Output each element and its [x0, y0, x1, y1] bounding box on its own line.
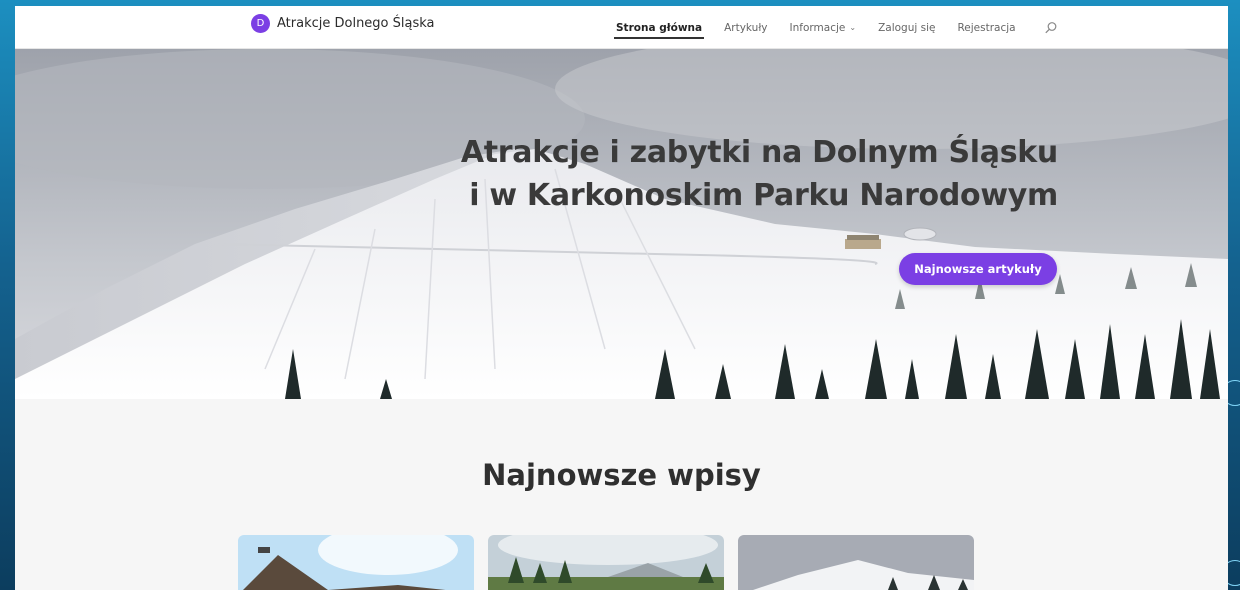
post-card[interactable] — [238, 535, 474, 590]
chevron-down-icon: ⌄ — [849, 23, 857, 32]
post-card-image — [738, 535, 974, 590]
hero-banner: Atrakcje i zabytki na Dolnym Śląsku i w … — [15, 49, 1228, 399]
nav-item-login[interactable]: Zaloguj się — [878, 6, 935, 49]
post-card-image — [488, 535, 724, 590]
brand-badge: D — [251, 14, 270, 33]
latest-articles-button[interactable]: Najnowsze artykuły — [899, 253, 1057, 285]
main-nav: Strona główna Artykuły Informacje ⌄ Zalo… — [613, 6, 1058, 49]
nav-item-label: Rejestracja — [957, 21, 1016, 34]
search-icon[interactable] — [1044, 21, 1058, 35]
nav-item-label: Informacje — [789, 21, 846, 34]
section-heading-latest: Najnowsze wpisy — [482, 458, 761, 492]
hero-title: Atrakcje i zabytki na Dolnym Śląsku i w … — [461, 131, 1058, 217]
nav-item-articles[interactable]: Artykuły — [724, 6, 767, 49]
navbar: D Atrakcje Dolnego Śląska Strona główna … — [15, 6, 1228, 49]
nav-item-info[interactable]: Informacje ⌄ — [790, 6, 857, 49]
brand-name: Atrakcje Dolnego Śląska — [277, 16, 435, 31]
nav-item-label: Artykuły — [724, 21, 768, 34]
browser-page: D Atrakcje Dolnego Śląska Strona główna … — [15, 6, 1228, 590]
nav-item-label: Zaloguj się — [878, 21, 936, 34]
nav-item-label: Strona główna — [616, 21, 703, 34]
hero-title-line-2: i w Karkonoskim Parku Narodowym — [469, 178, 1058, 213]
nav-item-register[interactable]: Rejestracja — [957, 6, 1015, 49]
brand-link[interactable]: D Atrakcje Dolnego Śląska — [251, 14, 435, 33]
nav-item-home[interactable]: Strona główna — [613, 6, 705, 49]
post-card-image — [238, 535, 474, 590]
hero-background-image — [15, 49, 1228, 399]
hero-title-line-1: Atrakcje i zabytki na Dolnym Śląsku — [460, 135, 1058, 170]
post-card[interactable] — [488, 535, 724, 590]
post-card[interactable] — [738, 535, 974, 590]
